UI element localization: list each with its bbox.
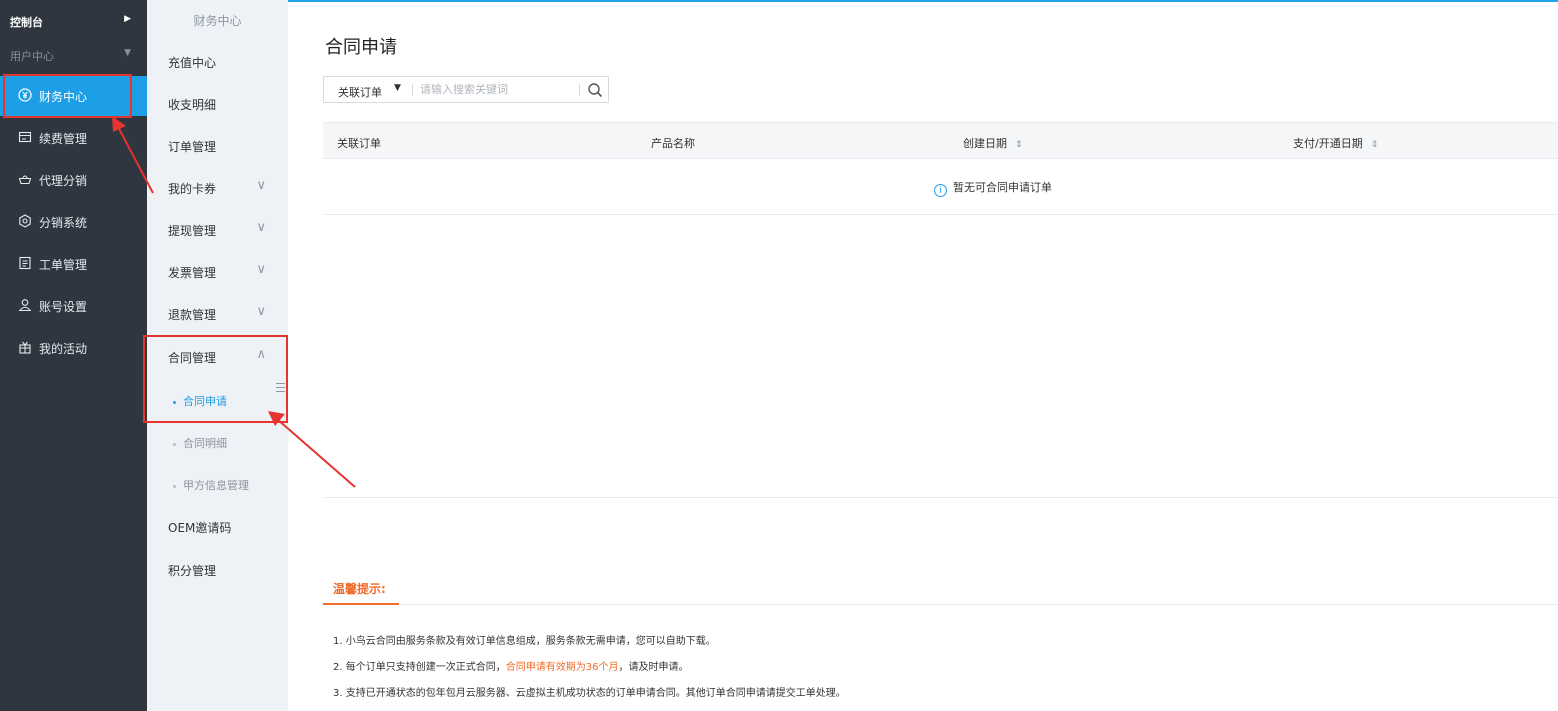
tip-line-1: 1. 小鸟云合同由服务条款及有效订单信息组成，服务条款无需申请，您可以自助下载。 (333, 636, 716, 647)
document-icon (18, 256, 32, 270)
caret-down-icon: ▼ (124, 48, 131, 58)
submenu-item-oem-code[interactable]: OEM邀请码 (168, 519, 278, 539)
bullet-dot (173, 442, 176, 446)
caret-down-icon[interactable]: ▼ (394, 83, 401, 93)
sidebar-item-label: 代理分销 (39, 174, 88, 188)
submenu-item-recharge[interactable]: 充值中心 (168, 54, 278, 74)
sidebar-control-label: 控制台 (10, 16, 43, 29)
divider (579, 84, 580, 96)
column-related-order: 关联订单 (337, 135, 381, 151)
column-label: 关联订单 (337, 137, 381, 150)
column-product-name: 产品名称 (651, 135, 695, 151)
tip-text: 2. 每个订单只支持创建一次正式合同， (333, 662, 506, 673)
submenu-header: 财务中心 (193, 14, 242, 28)
submenu-item-label: 收支明细 (168, 98, 217, 112)
sidebar-item-label: 我的活动 (39, 342, 88, 356)
submenu-item-invoices[interactable]: 发票管理 ∨ (168, 262, 278, 284)
chevron-down-icon: ∨ (256, 262, 266, 277)
submenu-item-coupons[interactable]: 我的卡券 ∨ (168, 178, 278, 200)
sidebar-item-account[interactable]: 账号设置 (0, 286, 147, 326)
submenu-item-label: 订单管理 (168, 140, 217, 154)
sidebar-item-label: 续费管理 (39, 132, 88, 146)
user-icon (18, 298, 32, 312)
submenu-item-label: OEM邀请码 (168, 521, 232, 535)
tips-tab-underline (323, 603, 399, 605)
sidebar-item-distribution[interactable]: 分销系统 (0, 202, 147, 242)
table-empty-state: i 暂无可合同申请订单 (323, 159, 1558, 215)
info-icon: i (934, 184, 947, 197)
empty-message-text: 暂无可合同申请订单 (953, 181, 1052, 194)
caret-right-icon: ▶ (124, 14, 131, 24)
sidebar-item-activities[interactable]: 我的活动 (0, 328, 147, 368)
search-type-select[interactable]: 关联订单 (338, 84, 382, 100)
sidebar-control-panel[interactable]: 控制台 ▶ (0, 10, 147, 32)
submenu-item-income-expense[interactable]: 收支明细 (168, 96, 278, 116)
chevron-down-icon: ∨ (256, 220, 266, 235)
search-input[interactable] (420, 81, 570, 98)
sidebar-item-tickets[interactable]: 工单管理 (0, 244, 147, 284)
column-label: 产品名称 (651, 137, 695, 150)
chevron-down-icon: ∨ (256, 178, 266, 193)
chevron-down-icon: ∨ (256, 304, 266, 319)
sidebar-item-renewal[interactable]: 续费管理 (0, 118, 147, 158)
sidebar-user-center-label: 用户中心 (10, 50, 54, 63)
search-icon[interactable] (583, 79, 607, 101)
submenu-child-label: 合同明细 (183, 437, 227, 450)
column-label: 支付/开通日期 (1293, 137, 1363, 150)
main-content: 合同申请 关联订单 ▼ 关联订单 产品名称 创建日期 ⇕ 支付/开通日期 ⇕ i 暂无… (288, 0, 1558, 711)
gear-icon (18, 214, 32, 228)
submenu-child-label: 甲方信息管理 (183, 479, 249, 492)
divider (412, 84, 413, 96)
submenu-child-party-a-info[interactable]: 甲方信息管理 (173, 477, 249, 493)
sidebar-item-label: 账号设置 (39, 300, 88, 314)
sidebar-user-center[interactable]: 用户中心 ▼ (0, 44, 147, 66)
basket-icon (18, 172, 32, 186)
submenu-item-refunds[interactable]: 退款管理 ∨ (168, 304, 278, 326)
sidebar-item-label: 工单管理 (39, 258, 88, 272)
submenu-item-label: 退款管理 (168, 308, 217, 322)
tip-line-2: 2. 每个订单只支持创建一次正式合同，合同申请有效期为36个月，请及时申请。 (333, 658, 688, 673)
empty-message: i 暂无可合同申请订单 (934, 179, 1052, 197)
annotation-box-contract (143, 335, 288, 423)
bullet-dot (173, 484, 176, 488)
table-header: 关联订单 产品名称 创建日期 ⇕ 支付/开通日期 ⇕ (323, 122, 1558, 159)
content-divider (323, 497, 1558, 498)
submenu-item-label: 我的卡券 (168, 182, 217, 196)
submenu-item-label: 充值中心 (168, 56, 217, 70)
submenu-item-withdrawal[interactable]: 提现管理 ∨ (168, 220, 278, 242)
column-created-date[interactable]: 创建日期 ⇕ (963, 135, 1023, 151)
column-label: 创建日期 (963, 137, 1007, 150)
submenu-item-label: 提现管理 (168, 224, 217, 238)
column-paid-date[interactable]: 支付/开通日期 ⇕ (1293, 135, 1378, 151)
tips-divider (323, 604, 1558, 605)
submenu-item-label: 发票管理 (168, 266, 217, 280)
sort-icon[interactable]: ⇕ (1015, 140, 1023, 150)
card-icon (18, 130, 32, 144)
submenu-item-points[interactable]: 积分管理 (168, 562, 278, 582)
submenu-item-label: 积分管理 (168, 564, 217, 578)
annotation-box-finance (3, 74, 132, 118)
tips-title: 温馨提示: (333, 582, 386, 596)
tip-text: ，请及时申请。 (618, 662, 689, 673)
submenu-item-orders[interactable]: 订单管理 (168, 138, 278, 158)
submenu-child-contract-details[interactable]: 合同明细 (173, 435, 227, 451)
sort-icon[interactable]: ⇕ (1371, 140, 1379, 150)
search-bar: 关联订单 ▼ (323, 76, 609, 103)
page-title: 合同申请 (325, 37, 397, 58)
gift-icon (18, 340, 32, 354)
sidebar-item-agent[interactable]: 代理分销 (0, 160, 147, 200)
sidebar-item-label: 分销系统 (39, 216, 88, 230)
tip-highlight: 合同申请有效期为36个月 (505, 662, 619, 673)
tip-line-3: 3. 支持已开通状态的包年包月云服务器、云虚拟主机成功状态的订单申请合同。其他订… (333, 688, 846, 699)
